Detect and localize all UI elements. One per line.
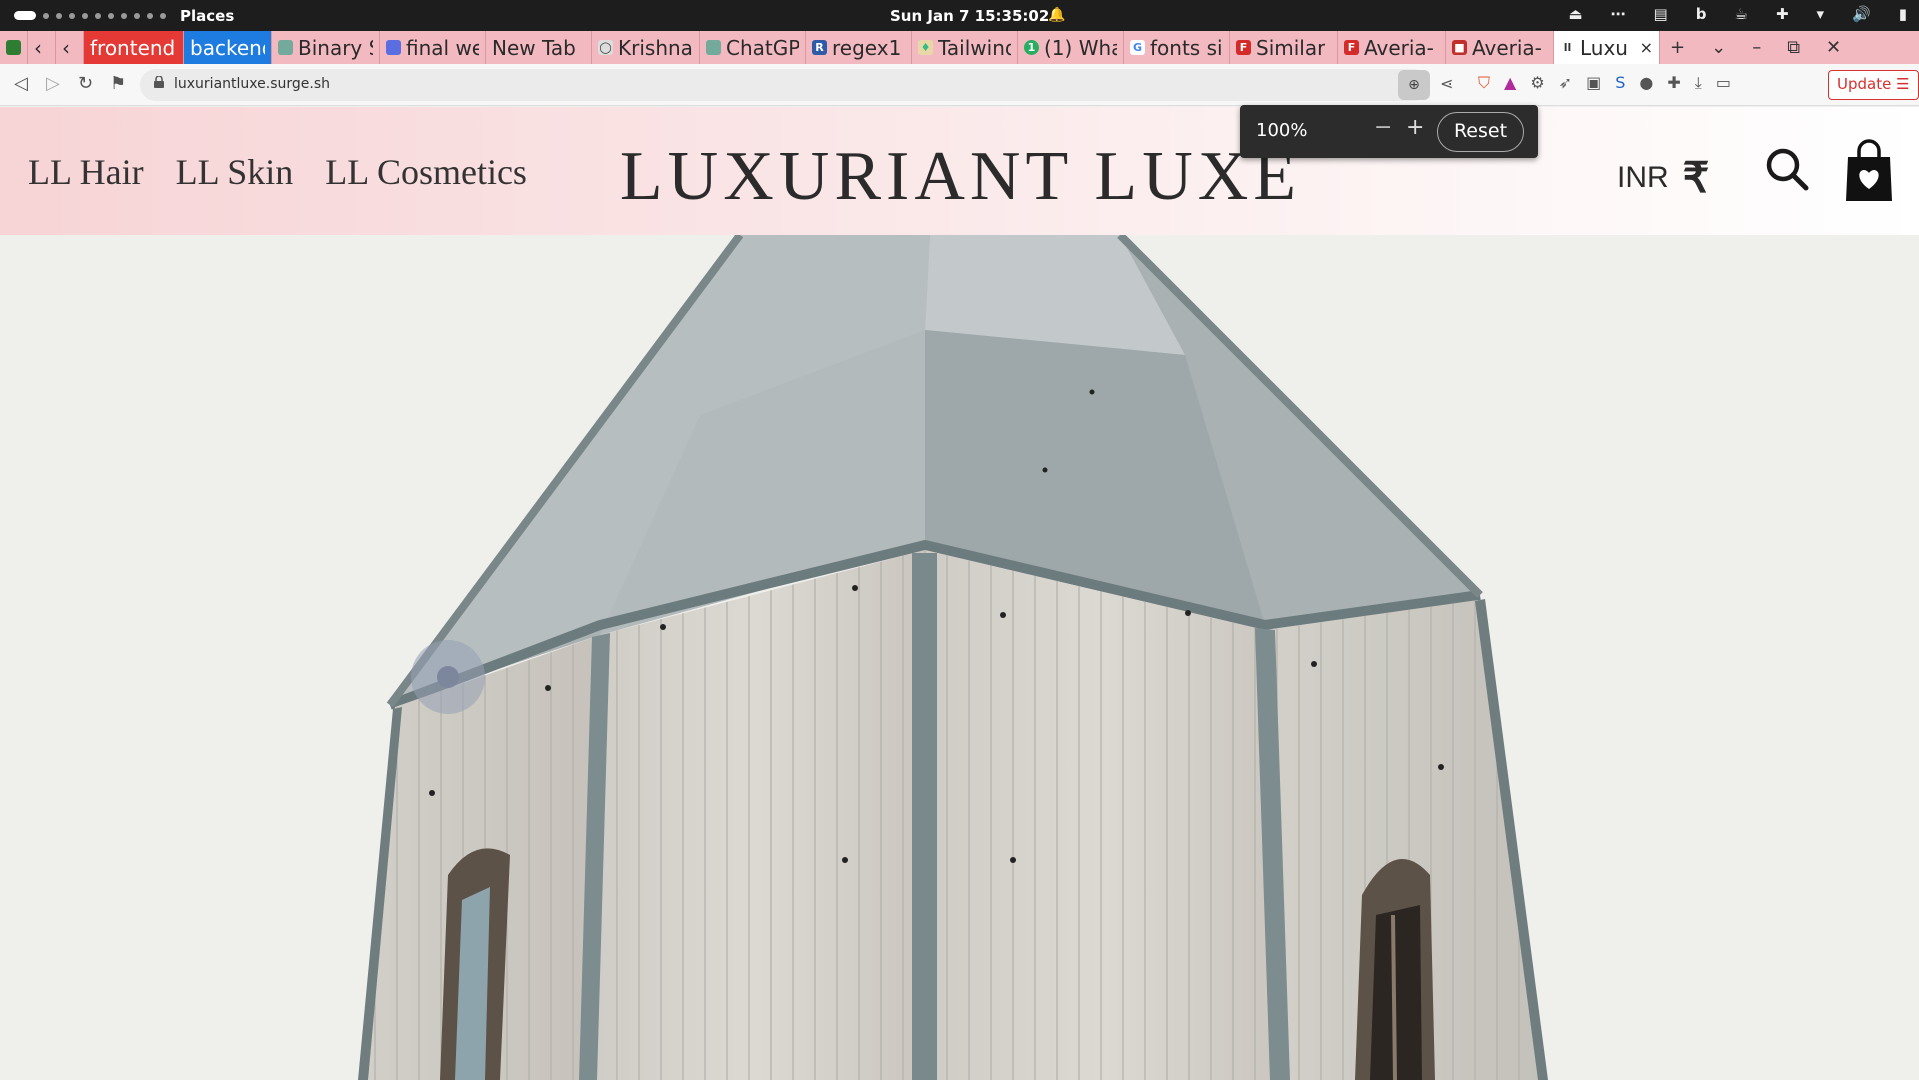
zoom-indicator-icon[interactable]: ⊕ bbox=[1398, 70, 1430, 100]
new-tab-icon[interactable]: + bbox=[1670, 37, 1685, 58]
pinned-tab-arrow-2[interactable]: ‹ bbox=[56, 31, 84, 64]
tab-chatgpt[interactable]: ChatGP bbox=[700, 31, 806, 64]
window-close-icon[interactable]: ✕ bbox=[1826, 37, 1841, 58]
site-header: LL Hair LL Skin LL Cosmetics LUXURIANT L… bbox=[0, 107, 1919, 235]
chevron-left-icon: ‹ bbox=[62, 35, 70, 60]
zoom-in-button[interactable]: + bbox=[1406, 115, 1424, 140]
openai-icon bbox=[278, 40, 293, 55]
bell-icon: 🔔 bbox=[1048, 7, 1066, 23]
tab-averia-2[interactable]: ■ Averia- bbox=[1446, 31, 1554, 64]
calendar-icon bbox=[386, 40, 401, 55]
tab-list-chevron-icon[interactable]: ⌄ bbox=[1711, 37, 1726, 58]
font-icon: F bbox=[1236, 40, 1251, 55]
extension-1-icon[interactable]: ⚙ bbox=[1530, 73, 1544, 93]
shopping-bag-icon[interactable] bbox=[1844, 139, 1894, 203]
wallet-icon[interactable]: ▭ bbox=[1716, 73, 1731, 93]
tab-krishna[interactable]: ◯ Krishna bbox=[592, 31, 700, 64]
tab-luxuriant-luxe[interactable]: llLuxur× bbox=[1554, 31, 1660, 64]
browser-tab-strip: ‹ ‹ frontend backend Binary S final we N… bbox=[0, 31, 1919, 64]
browser-toolbar: ◁ ▷ ↻ ⚑ luxuriantluxe.surge.sh ⊕ ⋖ ⛉ ▲ ⚙… bbox=[0, 64, 1919, 106]
reload-icon[interactable]: ↻ bbox=[78, 73, 93, 94]
tab-regex[interactable]: Rregex1 bbox=[806, 31, 912, 64]
os-top-bar: Places Sun Jan 7 15:35:02 🔔 ⏏ ⋯ ▤ b ☕ ✚ … bbox=[0, 0, 1919, 31]
volume-icon[interactable]: 🔊 bbox=[1852, 5, 1871, 23]
chevron-left-icon: ‹ bbox=[34, 35, 42, 60]
brave-shield-icon[interactable]: ⛉ bbox=[1478, 73, 1490, 93]
zoom-reset-button[interactable]: Reset bbox=[1437, 112, 1524, 152]
github-icon: ◯ bbox=[598, 40, 613, 55]
system-clock[interactable]: Sun Jan 7 15:35:02 bbox=[890, 7, 1049, 25]
puzzle-icon[interactable]: ✚ bbox=[1776, 5, 1789, 23]
font-icon: ■ bbox=[1452, 40, 1467, 55]
tab-similar[interactable]: F Similar bbox=[1230, 31, 1338, 64]
bookmark-icon[interactable]: ⚑ bbox=[110, 73, 126, 94]
tab-new-tab[interactable]: New Tab bbox=[486, 31, 592, 64]
eject-icon[interactable]: ⏏ bbox=[1568, 5, 1582, 23]
bing-icon[interactable]: b bbox=[1696, 5, 1707, 23]
tower-illustration bbox=[0, 235, 1919, 1080]
back-icon[interactable]: ◁ bbox=[14, 73, 28, 94]
address-bar[interactable]: luxuriantluxe.surge.sh ⊕ bbox=[140, 69, 1430, 101]
pinned-tab-sheets[interactable] bbox=[0, 31, 28, 64]
coffee-icon[interactable]: ☕ bbox=[1734, 5, 1747, 23]
tab-averia-1[interactable]: F Averia- bbox=[1338, 31, 1446, 64]
currency-code: INR bbox=[1617, 160, 1669, 194]
more-icon[interactable]: ⋯ bbox=[1611, 5, 1626, 23]
system-tray[interactable]: ⏏ ⋯ ▤ b ☕ ✚ ▾ 🔊 ▮ bbox=[1568, 5, 1907, 23]
regex-icon: R bbox=[812, 40, 827, 55]
clipboard-icon[interactable]: ▤ bbox=[1654, 5, 1668, 23]
tab-frontend[interactable]: frontend bbox=[84, 31, 184, 64]
minimize-icon[interactable]: – bbox=[1752, 37, 1761, 58]
close-icon[interactable]: × bbox=[1640, 38, 1653, 57]
tab-fonts-search[interactable]: Gfonts si bbox=[1124, 31, 1230, 64]
forward-icon[interactable]: ▷ bbox=[46, 73, 60, 94]
wifi-icon[interactable]: ▾ bbox=[1817, 5, 1825, 23]
workspace-indicator[interactable] bbox=[14, 11, 166, 20]
zoom-out-button[interactable]: − bbox=[1374, 115, 1392, 140]
download-icon[interactable]: ⤓ bbox=[1695, 73, 1702, 93]
google-icon: G bbox=[1130, 40, 1145, 55]
extensions-puzzle-icon[interactable]: ✚ bbox=[1667, 73, 1680, 93]
share-icon[interactable]: ⋖ bbox=[1440, 74, 1453, 93]
whatsapp-icon: 1 bbox=[1024, 40, 1039, 55]
tab-tailwind[interactable]: ♦ Tailwind bbox=[912, 31, 1018, 64]
tab-binary[interactable]: Binary S bbox=[272, 31, 380, 64]
currency-selector[interactable]: INR ₹ bbox=[1617, 153, 1709, 202]
brave-rewards-icon[interactable]: ▲ bbox=[1504, 73, 1516, 93]
restore-icon[interactable]: ⧉ bbox=[1787, 37, 1800, 58]
search-icon[interactable] bbox=[1765, 147, 1809, 191]
extensions-row: ⛉ ▲ ⚙ ➶ ▣ S ● ✚ ⤓ ▭ bbox=[1478, 73, 1731, 93]
font-icon: F bbox=[1344, 40, 1359, 55]
extension-s-icon[interactable]: S bbox=[1615, 73, 1625, 93]
tab-whatsapp[interactable]: 1 (1) Wha bbox=[1018, 31, 1124, 64]
tab-backend[interactable]: backend bbox=[184, 31, 272, 64]
rocket-icon[interactable]: ➶ bbox=[1559, 73, 1572, 93]
openai-icon bbox=[706, 40, 721, 55]
zoom-level: 100% bbox=[1256, 120, 1308, 141]
lock-icon bbox=[154, 76, 164, 88]
hero-image bbox=[0, 235, 1919, 1080]
update-button[interactable]: Update ☰ bbox=[1828, 70, 1919, 100]
pinned-tab-arrow-1[interactable]: ‹ bbox=[28, 31, 56, 64]
places-menu[interactable]: Places bbox=[180, 7, 234, 25]
rupee-icon: ₹ bbox=[1682, 154, 1710, 201]
sheets-icon bbox=[6, 40, 21, 55]
extension-3-icon[interactable]: ▣ bbox=[1586, 73, 1601, 93]
cursor-highlight bbox=[411, 640, 485, 714]
tailwind-icon: ♦ bbox=[918, 40, 933, 55]
site-icon: ll bbox=[1560, 40, 1575, 55]
battery-icon[interactable]: ▮ bbox=[1899, 5, 1907, 23]
zoom-popup: 100% − + Reset bbox=[1240, 105, 1538, 158]
extension-5-icon[interactable]: ● bbox=[1639, 73, 1653, 93]
tab-final-week[interactable]: final we bbox=[380, 31, 486, 64]
url-text[interactable]: luxuriantluxe.surge.sh bbox=[174, 76, 330, 92]
